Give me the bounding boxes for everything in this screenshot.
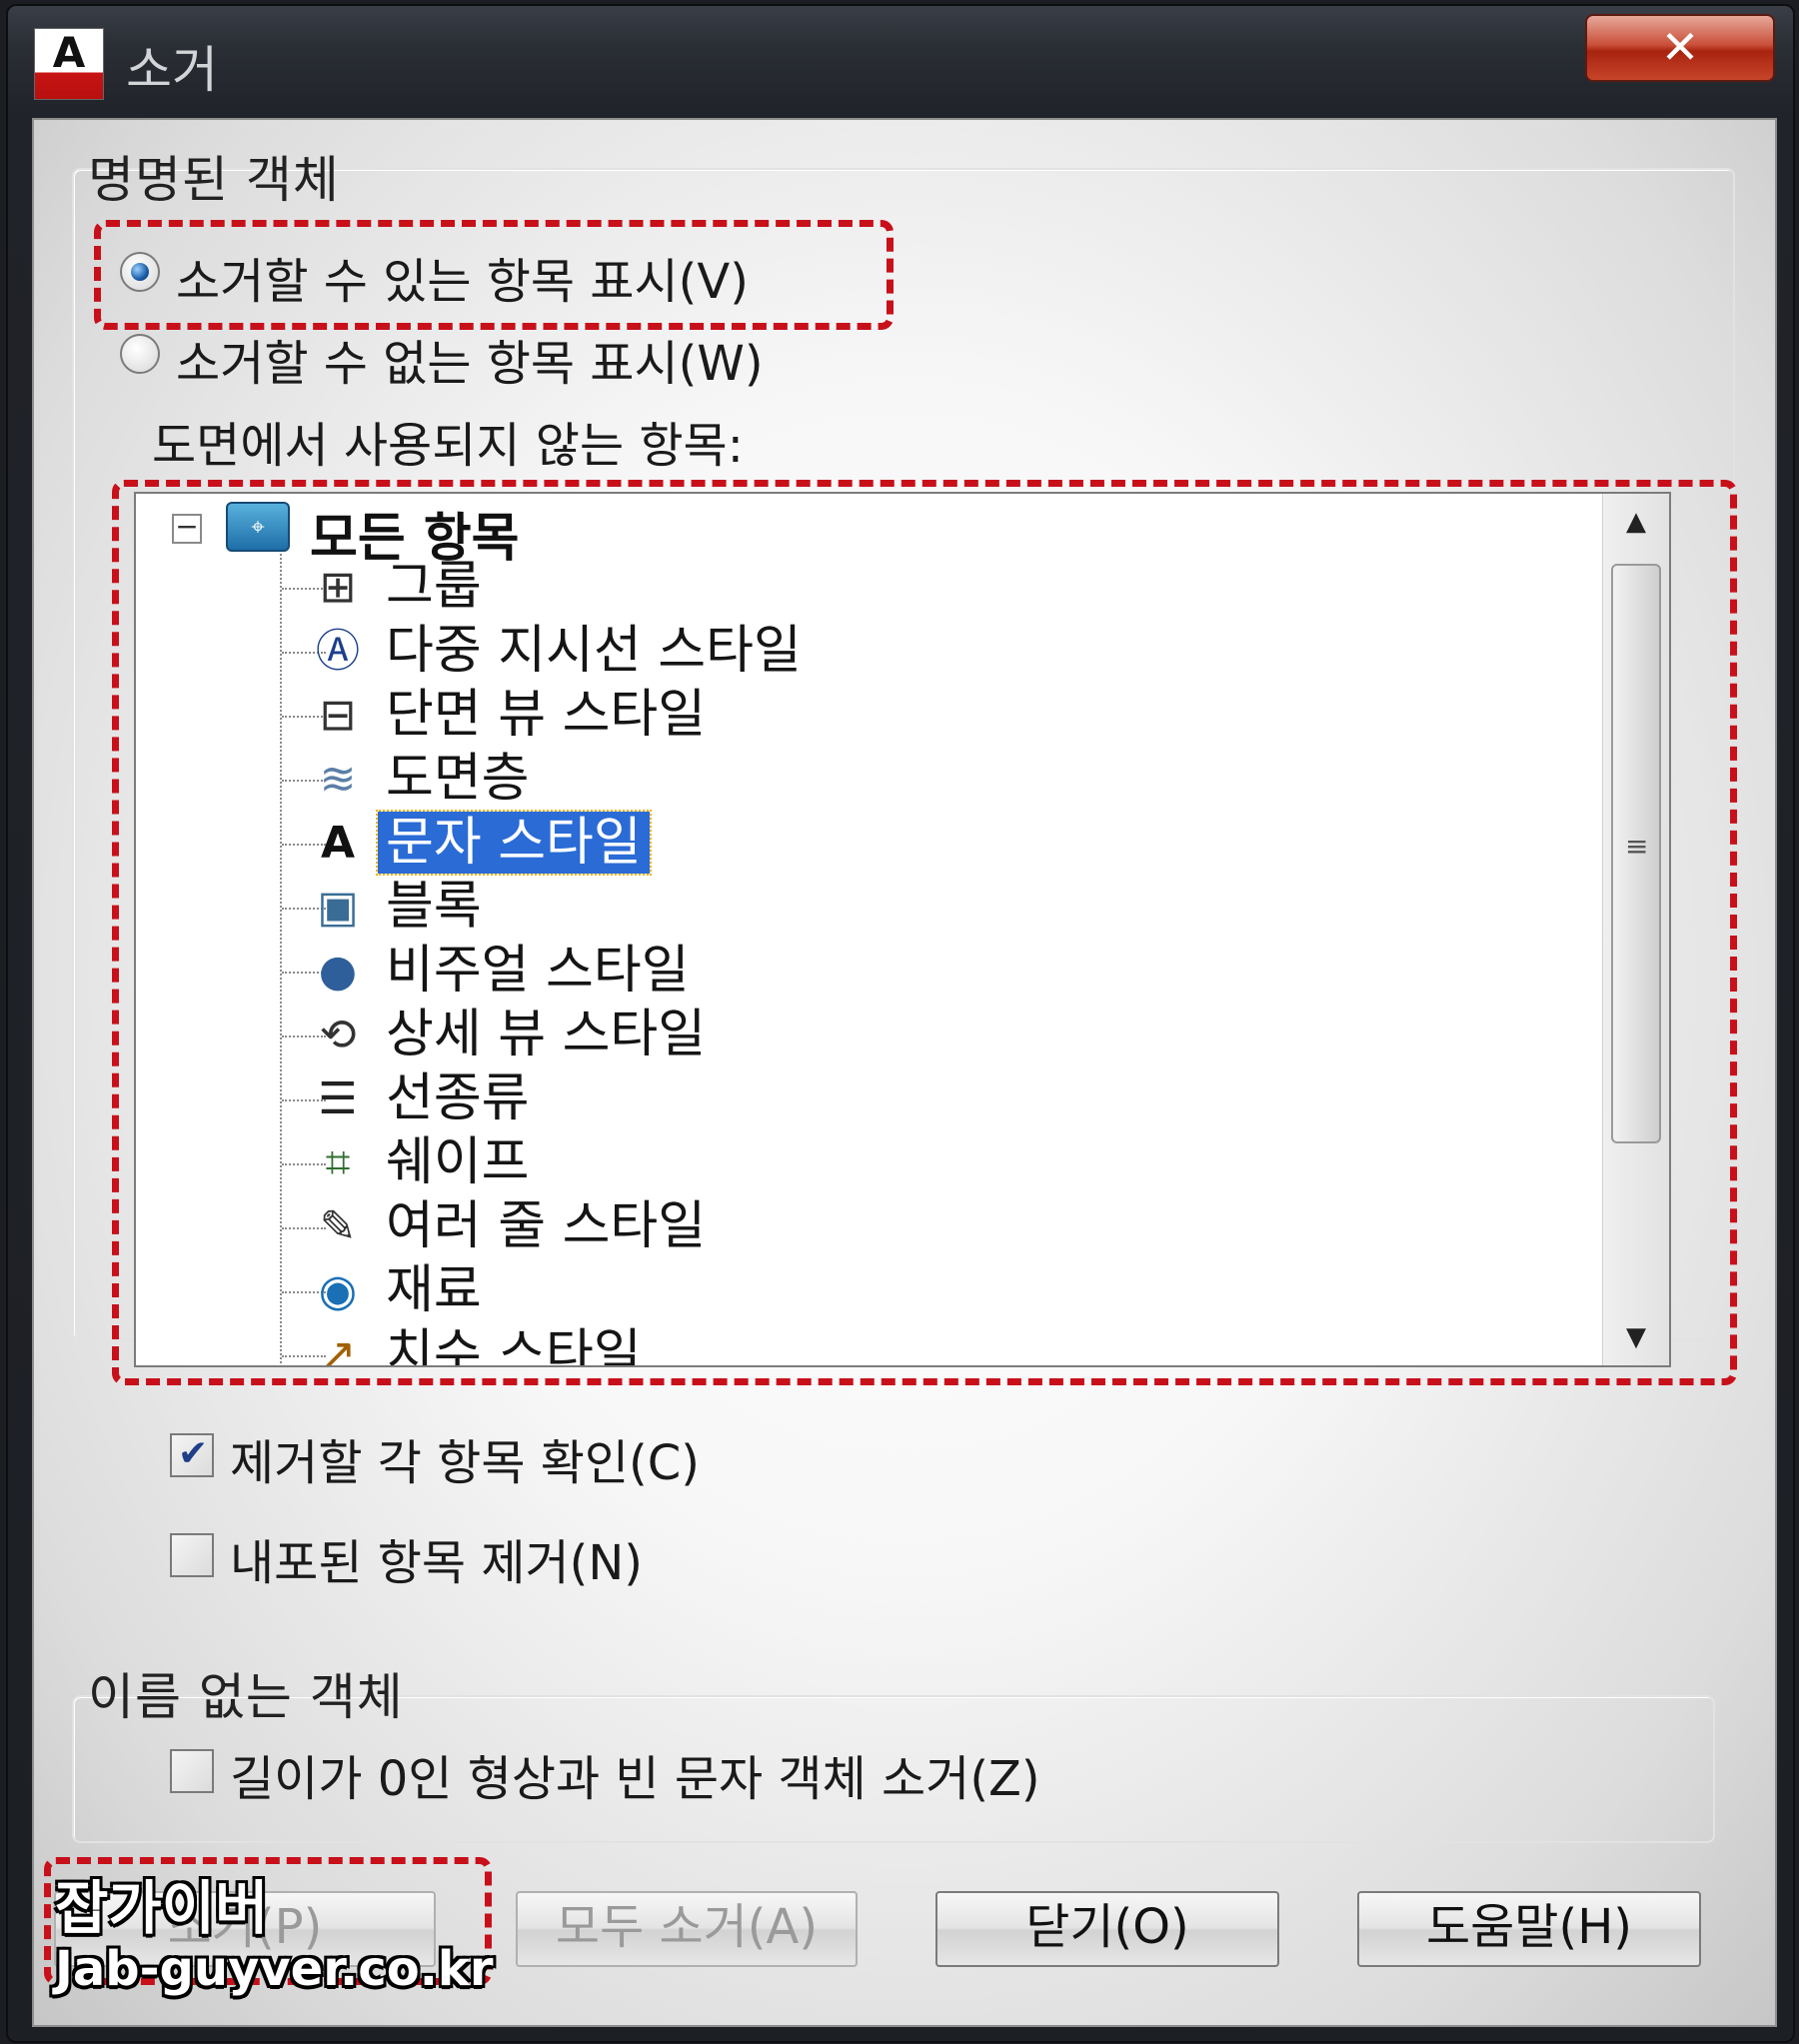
named-objects-label: 명명된 객체 — [88, 151, 340, 209]
title-bar[interactable]: A 소거 ✕ — [8, 6, 1793, 118]
checkbox-zero-length-label[interactable]: 길이가 0인 형상과 빈 문자 객체 소거(Z) — [230, 1739, 1040, 1809]
radio-non-purgeable[interactable] — [120, 334, 160, 374]
radio-non-purgeable-label[interactable]: 소거할 수 없는 항목 표시(W) — [176, 324, 764, 394]
purge-dialog: A 소거 ✕ 명명된 객체 소거할 수 있는 항목 표시(V) 소거할 수 없는… — [6, 4, 1795, 2043]
purge-all-button[interactable]: 모두 소거(A) — [516, 1891, 858, 1967]
unused-items-label: 도면에서 사용되지 않는 항목: — [152, 418, 744, 474]
watermark-url: Jab-guyver.co.kr — [55, 1941, 494, 1997]
help-button[interactable]: 도움말(H) — [1357, 1891, 1701, 1967]
highlight-tree — [112, 480, 1737, 1385]
autocad-app-icon: A — [34, 28, 104, 100]
checkbox-confirm[interactable] — [170, 1433, 214, 1477]
highlight-purgeable — [94, 220, 894, 330]
unnamed-objects-label: 이름 없는 객체 — [88, 1668, 404, 1726]
checkbox-zero-length[interactable] — [170, 1749, 214, 1793]
dialog-client: 명명된 객체 소거할 수 있는 항목 표시(V) 소거할 수 없는 항목 표시(… — [32, 118, 1777, 2027]
close-button[interactable]: 닫기(O) — [935, 1891, 1279, 1967]
checkbox-confirm-label[interactable]: 제거할 각 항목 확인(C) — [230, 1423, 700, 1493]
checkbox-nested-label[interactable]: 내포된 항목 제거(N) — [230, 1523, 643, 1593]
window-title: 소거 — [126, 41, 218, 99]
checkbox-nested[interactable] — [170, 1533, 214, 1577]
close-window-button[interactable]: ✕ — [1585, 14, 1775, 82]
watermark-name: 잡가이버 — [55, 1874, 269, 1942]
